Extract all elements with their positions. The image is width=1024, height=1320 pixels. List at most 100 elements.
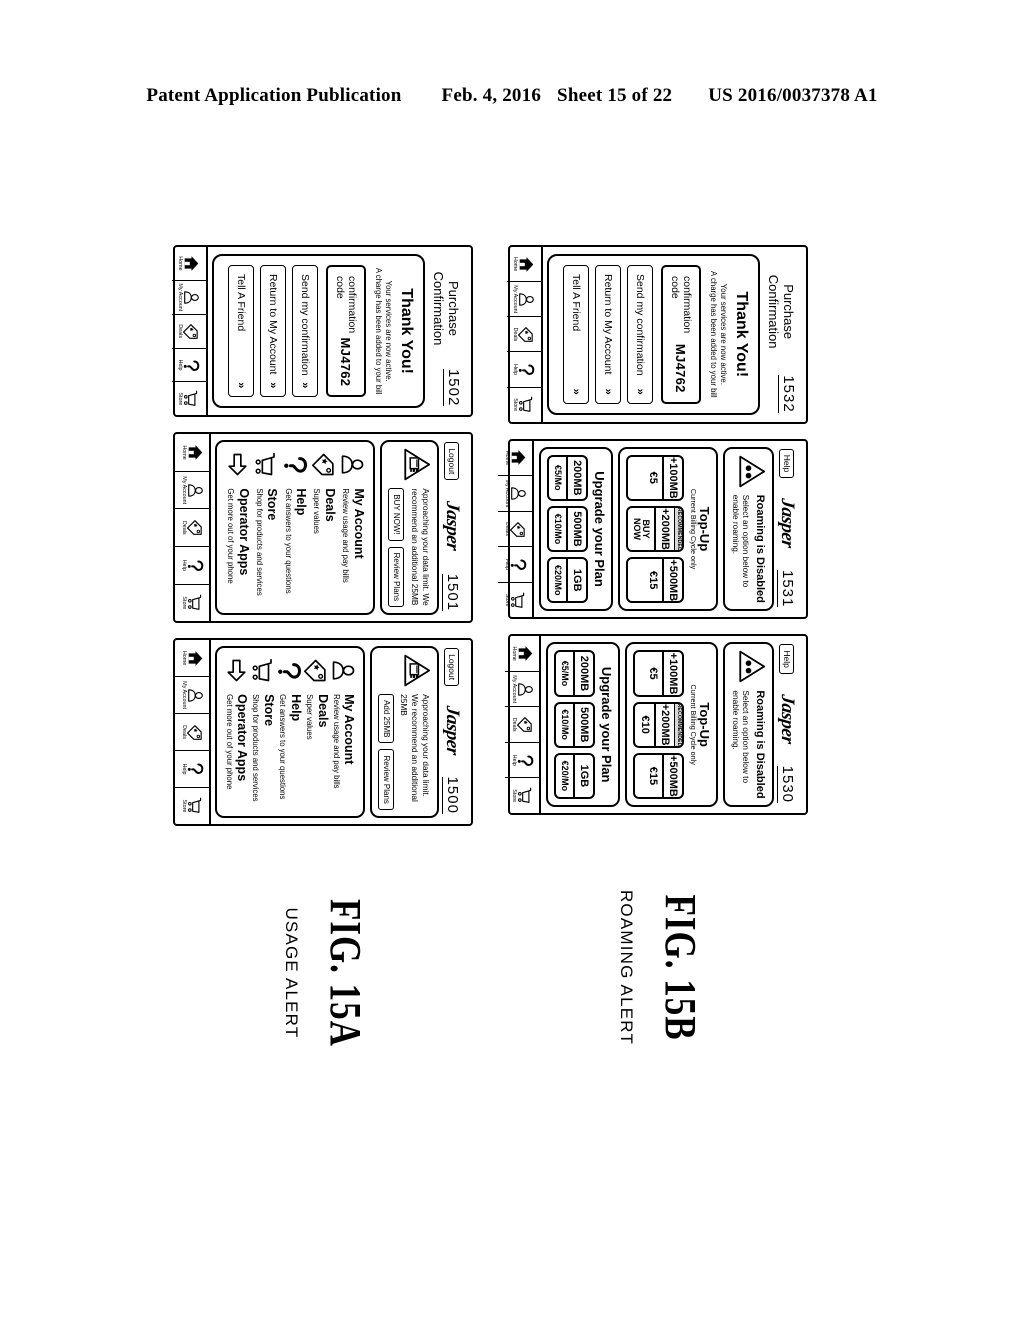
nav-item-my-account[interactable]: My Account [171,280,206,315]
nav-item-store[interactable]: Store [498,583,532,618]
nav-item-store[interactable]: Store [507,388,541,422]
nav-item-help[interactable]: Help [506,352,541,388]
nav-item-home[interactable]: Home [506,247,541,283]
nav-item-home[interactable]: Home [175,640,209,678]
nav-item-my-account[interactable]: My Account [175,471,209,510]
action-button-label: Tell A Friend [569,274,582,332]
chevron-right-icon: » [601,388,614,395]
upgrade-section: Upgrade your Plan 200MB €5/Mo 500MB €10/… [538,446,613,612]
publication-number: US 2016/0037378 A1 [708,85,878,106]
upgrade-tile-200MB[interactable]: 200MB €5/Mo [553,650,595,697]
logout-button[interactable]: Logout [444,442,460,481]
nav-item-label: Store [512,398,519,412]
topup-tile-+100MB[interactable]: +100MB €5 [632,650,685,697]
action-button-return-to-my-account[interactable]: Return to My Account » [594,265,621,404]
nav-item-deals[interactable]: Deals [175,509,209,547]
nav-item-label: Help [510,754,517,766]
nav-item-my-account[interactable]: My Account [506,282,541,318]
menu-item-operator-apps[interactable]: Operator Apps Get more out of your phone [224,655,249,809]
nav-item-home[interactable]: Home [497,440,532,477]
nav-item-deals[interactable]: Deals [504,707,539,743]
upgrade-tile-500MB[interactable]: 500MB €10/Mo [553,701,595,748]
nav-item-deals[interactable]: Deals [171,314,206,349]
action-button-send-my-confirmation[interactable]: Send my confirmation » [626,265,653,404]
topup-tile-+500MB[interactable]: +500MB €15 [625,557,685,604]
nav-item-store[interactable]: Store [505,778,539,813]
confirmation-code-box: confirmation code MJ4762 [325,265,366,398]
nav-item-home[interactable]: Home [171,247,206,281]
nav-item-help[interactable]: Help [175,547,209,585]
nav-item-my-account[interactable]: My Account [497,476,532,512]
alert-primary-button[interactable]: Add 25MB [377,694,394,744]
menu-item-help[interactable]: Help Get answers to your questions [283,449,308,606]
nav-item-help[interactable]: Help [497,547,532,583]
nav-item-store[interactable]: Store [175,788,209,824]
topup-tile-+100MB[interactable]: +100MB €5 [625,454,685,501]
help-button[interactable]: Help [779,644,795,674]
topup-size: +100MB [667,456,680,499]
home-icon [510,449,527,466]
topup-tile-+500MB[interactable]: +500MB €15 [632,752,685,800]
alert-secondary-button[interactable]: Review Plans [377,749,394,810]
cart-icon [187,594,204,611]
menu-item-subtitle: Get answers to your questions [278,694,288,800]
nav-item-label: Home [503,450,510,466]
figure-caption: FIG. 15B ROAMING ALERT [616,830,706,1105]
usage-alert-card: Approaching your data limit. We recommen… [380,440,439,616]
logout-button[interactable]: Logout [444,648,460,687]
menu-item-title: Operator Apps [236,488,251,576]
upgrade-tile-200MB[interactable]: 200MB €5/Mo [546,454,588,501]
topup-tile-+200MB[interactable]: RECOMMENDED +200MB BUY NOW [625,505,685,553]
figure-number: FIG. 15A [320,898,371,1047]
tag-icon [518,326,535,343]
alert-primary-button[interactable]: BUY NOW! [388,488,405,541]
nav-item-label: Home [512,256,519,272]
person-icon [331,655,356,685]
topup-tile-+200MB[interactable]: RECOMMENDED +200MB €10 [632,701,685,748]
alert-secondary-button[interactable]: Review Plans [388,546,405,608]
topup-section: Top-Up Current Billing Cycle only +100MB… [624,642,718,808]
nav-item-label: Home [177,256,184,271]
nav-item-help[interactable]: Help [175,751,209,788]
upgrade-tile-500MB[interactable]: 500MB €10/Mo [546,505,588,553]
menu-item-store[interactable]: Store Shop for products and services [251,655,276,809]
menu-item-operator-apps[interactable]: Operator Apps Get more out of your phone [225,449,251,606]
action-button-tell-a-friend[interactable]: Tell A Friend » [562,265,589,404]
nav-item-label: Home [510,646,517,661]
nav-item-home[interactable]: Home [504,636,539,672]
action-button-send-my-confirmation[interactable]: Send my confirmation » [291,265,318,398]
confirmation-code-box: confirmation code MJ4762 [660,265,701,404]
confirmation-card: Thank You! Your services are now active.… [211,254,425,409]
menu-item-store[interactable]: Store Shop for products and services [254,449,279,606]
nav-item-label: Deals [180,520,187,535]
upgrade-tile-1GB[interactable]: 1GB €20/Mo [553,752,595,800]
nav-item-my-account[interactable]: My Account [175,677,209,715]
action-button-label: Return to My Account [266,274,279,375]
menu-item-deals[interactable]: Deals Super values [304,655,330,809]
nav-item-help[interactable]: Help [171,348,206,383]
nav-item-deals[interactable]: Deals [506,317,541,353]
upgrade-size: 500MB [570,511,583,547]
menu-item-deals[interactable]: Deals Super values [311,449,337,606]
help-button[interactable]: Help [779,448,795,479]
nav-item-store[interactable]: Store [172,382,206,415]
action-button-tell-a-friend[interactable]: Tell A Friend » [227,265,254,398]
menu-item-my-account[interactable]: My Account Review usage and pay bills [331,655,356,809]
action-button-return-to-my-account[interactable]: Return to My Account » [259,265,286,398]
data-usage-warning-icon [403,448,431,481]
nav-item-store[interactable]: Store [175,585,209,622]
menu-item-my-account[interactable]: My Account Review usage and pay bills [341,449,366,606]
upgrade-tile-1GB[interactable]: 1GB €20/Mo [546,557,588,604]
nav-item-deals[interactable]: Deals [175,714,209,751]
nav-item-help[interactable]: Help [504,742,539,779]
menu-item-help[interactable]: Help Get answers to your questions [277,655,303,809]
nav-item-my-account[interactable]: My Account [504,671,539,708]
cart-icon [510,592,527,609]
nav-item-deals[interactable]: Deals [497,511,532,548]
roaming-alert-card: Roaming is Disabled Select an option bel… [722,446,774,612]
roaming-alert-subtext: Select an option below to enable roaming… [731,494,752,588]
usage-alert-text: Approaching your data limit. We recommen… [410,488,431,606]
question-icon [277,655,302,685]
person-icon [187,687,204,704]
nav-item-home[interactable]: Home [175,434,209,472]
